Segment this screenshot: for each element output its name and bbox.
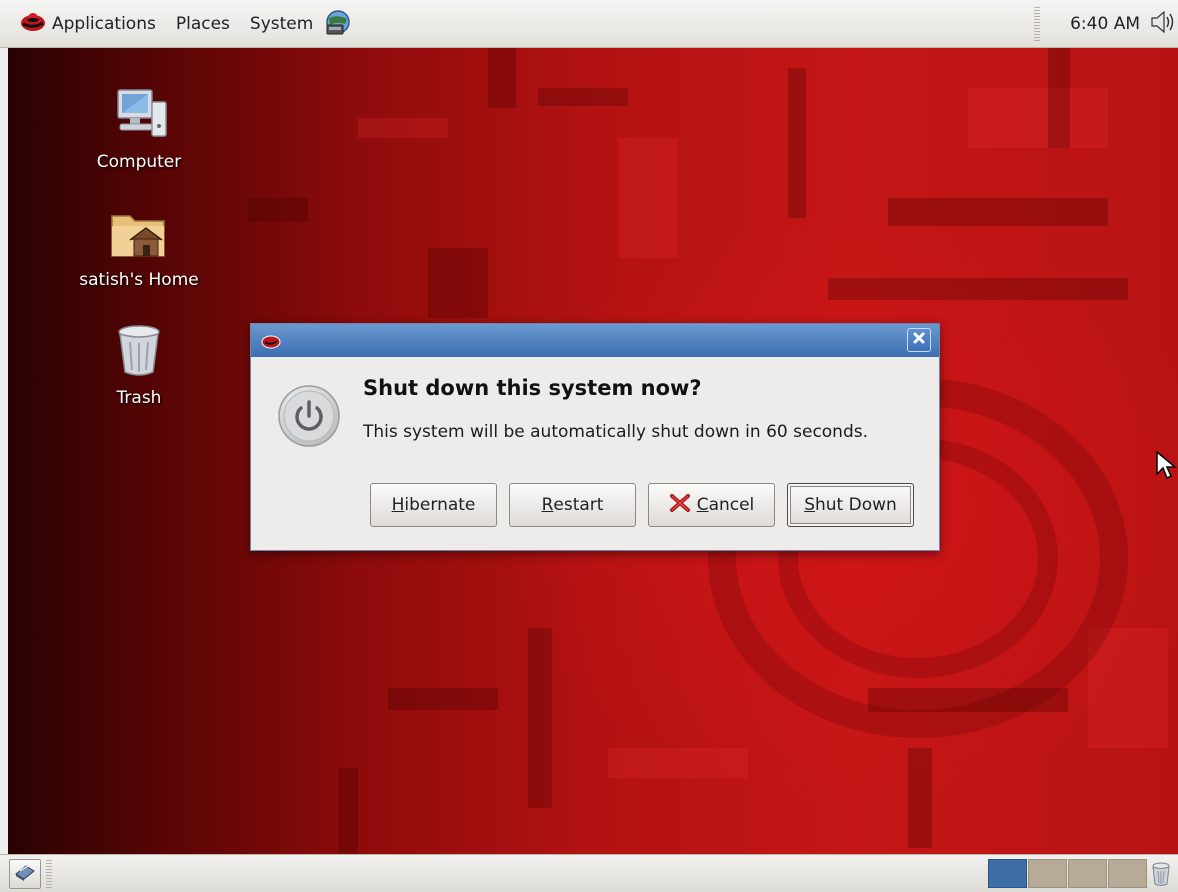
- wallpaper-shape: [888, 198, 1108, 226]
- wallpaper-shape: [388, 688, 498, 710]
- wallpaper-shape: [1048, 48, 1070, 148]
- button-mnemonic: R: [541, 495, 554, 515]
- trash-icon: [108, 322, 170, 382]
- button-mnemonic: C: [696, 495, 709, 515]
- wallpaper-shape: [528, 628, 552, 808]
- button-label-rest: ancel: [708, 495, 755, 515]
- desktop-icon-label: Trash: [116, 388, 162, 408]
- show-desktop-button[interactable]: [9, 859, 41, 889]
- shutdown-dialog: Shut down this system now? This system w…: [250, 323, 940, 551]
- button-mnemonic: H: [391, 495, 405, 515]
- trash-applet-icon[interactable]: [1151, 861, 1171, 891]
- wallpaper-shape: [968, 88, 1108, 148]
- desktop-icon-computer[interactable]: Computer: [59, 86, 219, 172]
- desktop-icon-trash[interactable]: Trash: [59, 322, 219, 408]
- wallpaper-shape: [908, 748, 932, 848]
- button-mnemonic: S: [804, 495, 815, 515]
- workspace-3[interactable]: [1068, 859, 1107, 888]
- applications-menu[interactable]: Applications: [0, 0, 166, 48]
- desktop-icon-label: satish's Home: [79, 270, 199, 290]
- network-globe-icon[interactable]: [323, 8, 353, 40]
- top-panel: Applications Places System 6:40 AM: [0, 0, 1178, 48]
- clock[interactable]: 6:40 AM: [1070, 14, 1140, 34]
- desktop-icon-label: Computer: [96, 152, 182, 172]
- mouse-cursor-icon: [1155, 450, 1178, 484]
- panel-drag-handle[interactable]: [46, 860, 52, 888]
- dialog-titlebar[interactable]: [251, 324, 939, 357]
- button-label-rest: hut Down: [815, 495, 897, 515]
- button-label-rest: ibernate: [404, 495, 476, 515]
- workspace-switcher: [988, 859, 1148, 888]
- workspace-2[interactable]: [1028, 859, 1067, 888]
- wallpaper-shape: [358, 118, 448, 138]
- dialog-close-button[interactable]: [907, 328, 931, 352]
- workspace-4[interactable]: [1108, 859, 1147, 888]
- system-menu[interactable]: System: [240, 0, 323, 48]
- wallpaper-shape: [488, 48, 516, 108]
- computer-icon: [108, 86, 170, 146]
- cancel-button[interactable]: Cancel: [648, 483, 775, 527]
- speaker-volume-icon[interactable]: [1148, 9, 1178, 39]
- show-desktop-icon: [14, 862, 36, 886]
- restart-button[interactable]: Restart: [509, 483, 636, 527]
- cancel-x-icon: [669, 493, 691, 518]
- dialog-title: Shut down this system now?: [363, 376, 702, 400]
- system-menu-label: System: [249, 13, 314, 34]
- panel-drag-handle[interactable]: [1034, 6, 1041, 41]
- places-menu-label: Places: [175, 13, 230, 34]
- wallpaper-shape: [828, 278, 1128, 300]
- hibernate-button[interactable]: Hibernate: [370, 483, 497, 527]
- bottom-panel: [0, 854, 1178, 892]
- wallpaper-shape: [338, 768, 358, 854]
- power-icon: [277, 384, 341, 452]
- window-menu-icon[interactable]: [261, 332, 281, 354]
- desktop-icon-home[interactable]: satish's Home: [59, 204, 219, 290]
- redhat-logo-icon: [20, 10, 46, 37]
- workspace-1[interactable]: [988, 859, 1027, 888]
- wallpaper-shape: [618, 138, 678, 258]
- wallpaper-shape: [428, 248, 488, 318]
- wallpaper-shape: [608, 748, 748, 778]
- places-menu[interactable]: Places: [166, 0, 240, 48]
- wallpaper-shape: [248, 198, 308, 222]
- dialog-message: This system will be automatically shut d…: [363, 422, 869, 442]
- shut-down-button[interactable]: Shut Down: [787, 483, 914, 527]
- wallpaper-shape: [788, 68, 806, 218]
- home-folder-icon: [108, 204, 170, 264]
- close-icon: [912, 331, 926, 349]
- applications-menu-label: Applications: [52, 13, 156, 34]
- wallpaper-shape: [538, 88, 628, 106]
- button-label-rest: estart: [553, 495, 604, 515]
